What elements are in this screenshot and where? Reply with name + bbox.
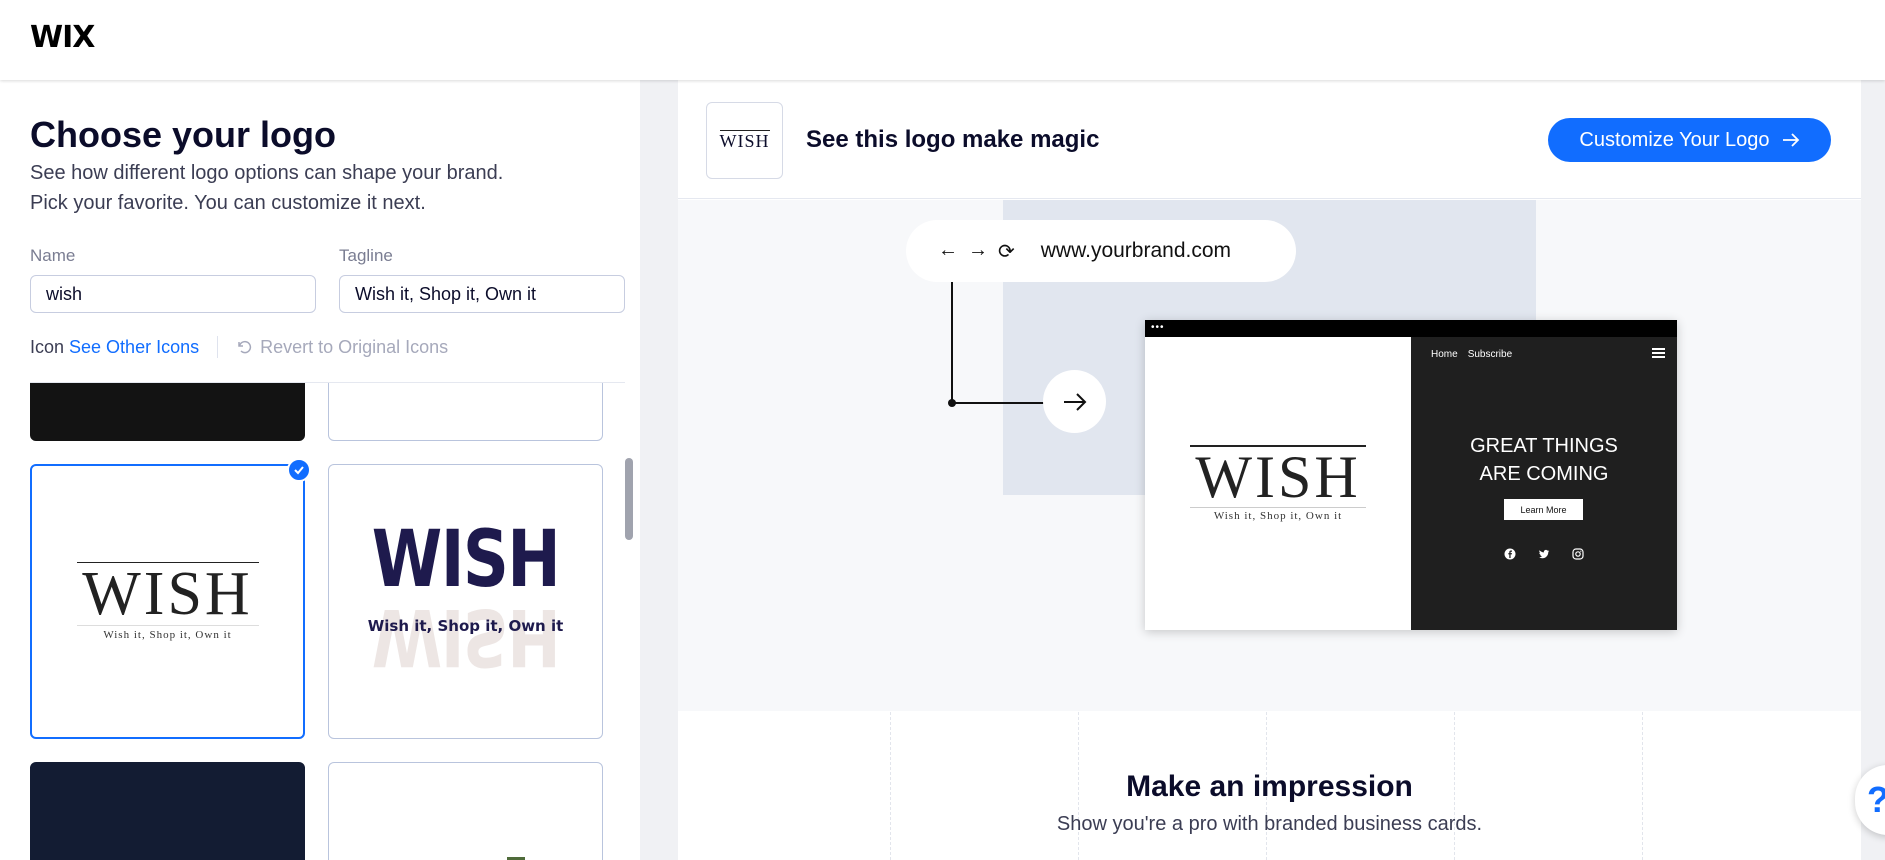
- reload-icon: ⟳: [998, 240, 1015, 263]
- instagram-icon: [1571, 547, 1585, 561]
- arrow-right-icon: [1782, 133, 1799, 147]
- facebook-icon: [1503, 547, 1517, 561]
- panel-gutter: [1861, 80, 1885, 860]
- top-bar: WIX: [0, 0, 1885, 80]
- website-mockup: ••• WISH Wish it, Shop it, Own it Home S…: [1145, 320, 1677, 630]
- twitter-icon: [1537, 547, 1551, 561]
- wix-logo[interactable]: WIX: [30, 20, 95, 55]
- mockup-logo-wordmark: WISH: [1195, 444, 1361, 510]
- logo-option-card-selected[interactable]: WISH Wish it, Shop it, Own it: [30, 464, 305, 739]
- mockup-nav: Home Subscribe: [1431, 349, 1512, 360]
- tagline-field[interactable]: [339, 275, 625, 313]
- logo-rule: [1190, 507, 1366, 508]
- logo-wordmark: WISH: [82, 560, 253, 628]
- mockup-headline-line-1: GREAT THINGS: [1470, 435, 1618, 457]
- mockup-logo-tagline: Wish it, Shop it, Own it: [1213, 510, 1343, 522]
- connector-line: [951, 282, 953, 403]
- thumbnail-wordmark: WISH: [719, 130, 770, 151]
- revert-icons-label: Revert to Original Icons: [260, 336, 449, 357]
- leaf-icon: [507, 857, 525, 860]
- undo-icon: [238, 340, 252, 354]
- impression-subtitle: Show you're a pro with branded business …: [1056, 813, 1483, 835]
- logo-chooser-panel: Choose your logo See how different logo …: [0, 80, 640, 860]
- panel-gutter: [640, 80, 678, 860]
- impression-heading: Make an impression: [1126, 770, 1413, 803]
- logo-option-card[interactable]: [328, 383, 603, 441]
- logo-option-card[interactable]: [328, 762, 603, 860]
- hamburger-menu-icon: [1652, 348, 1665, 360]
- mockup-social-icons: [1411, 547, 1677, 561]
- forward-arrow-icon: →: [968, 238, 988, 261]
- selected-check-icon: [287, 458, 311, 482]
- logo-wordmark-reflection: WISH: [371, 591, 560, 681]
- logo-thumbnail: WISH: [706, 102, 783, 179]
- logo-rule: [76, 625, 259, 626]
- icon-label: Icon: [30, 336, 65, 357]
- mockup-hero: Home Subscribe GREAT THINGS ARE COMING L…: [1411, 337, 1677, 630]
- url-text: www.yourbrand.com: [1040, 239, 1232, 262]
- page-title: Choose your logo: [30, 114, 336, 155]
- tagline-label: Tagline: [339, 246, 393, 265]
- mockup-titlebar: •••: [1145, 320, 1677, 337]
- logo-option-card[interactable]: WISH WISH Wish it, Shop it, Own it: [328, 464, 603, 739]
- preview-panel: WISH See this logo make magic Customize …: [678, 80, 1861, 860]
- icon-options-row: Icon See Other Icons Revert to Original …: [30, 336, 448, 358]
- preview-heading: See this logo make magic: [806, 126, 1100, 153]
- customize-logo-button[interactable]: Customize Your Logo: [1548, 118, 1831, 162]
- mockup-learn-more-button: Learn More: [1504, 499, 1583, 520]
- connector-dot: [948, 399, 956, 407]
- mockup-headline: GREAT THINGS ARE COMING: [1411, 432, 1677, 488]
- back-arrow-icon: ←: [938, 238, 958, 261]
- revert-icons-button[interactable]: Revert to Original Icons: [236, 337, 448, 358]
- connector-line: [951, 402, 1046, 404]
- logo-tagline: Wish it, Shop it, Own it: [367, 617, 564, 635]
- mockup-stage: ← → ⟳ www.yourbrand.com ••• WISH Wish it…: [678, 200, 1861, 711]
- browser-url-bar: ← → ⟳ www.yourbrand.com: [906, 220, 1296, 282]
- mockup-headline-line-2: ARE COMING: [1479, 463, 1609, 485]
- logo-tagline: Wish it, Shop it, Own it: [103, 629, 232, 641]
- scrollbar-thumb[interactable]: [625, 458, 633, 540]
- customize-logo-label: Customize Your Logo: [1579, 128, 1770, 151]
- divider: [217, 336, 219, 358]
- logo-preview: WISH Wish it, Shop it, Own it: [32, 466, 303, 737]
- mockup-nav-home: Home: [1431, 349, 1458, 360]
- logo-option-card[interactable]: [30, 383, 305, 441]
- name-label: Name: [30, 246, 76, 265]
- logo-option-card[interactable]: [30, 762, 305, 860]
- page-subtitle: See how different logo options can shape…: [30, 158, 590, 218]
- preview-header: WISH See this logo make magic Customize …: [678, 80, 1861, 199]
- see-other-icons-link[interactable]: See Other Icons: [69, 337, 199, 358]
- name-field[interactable]: [30, 275, 316, 313]
- browser-nav: ← → ⟳: [938, 239, 1015, 264]
- mockup-nav-subscribe: Subscribe: [1467, 349, 1513, 360]
- subtitle-line-2: Pick your favorite. You can customize it…: [30, 192, 426, 214]
- arrow-circle-icon: [1043, 370, 1106, 433]
- mockup-logo-area: WISH Wish it, Shop it, Own it: [1145, 337, 1411, 630]
- window-dots: •••: [1151, 322, 1165, 333]
- subtitle-line-1: See how different logo options can shape…: [30, 162, 504, 184]
